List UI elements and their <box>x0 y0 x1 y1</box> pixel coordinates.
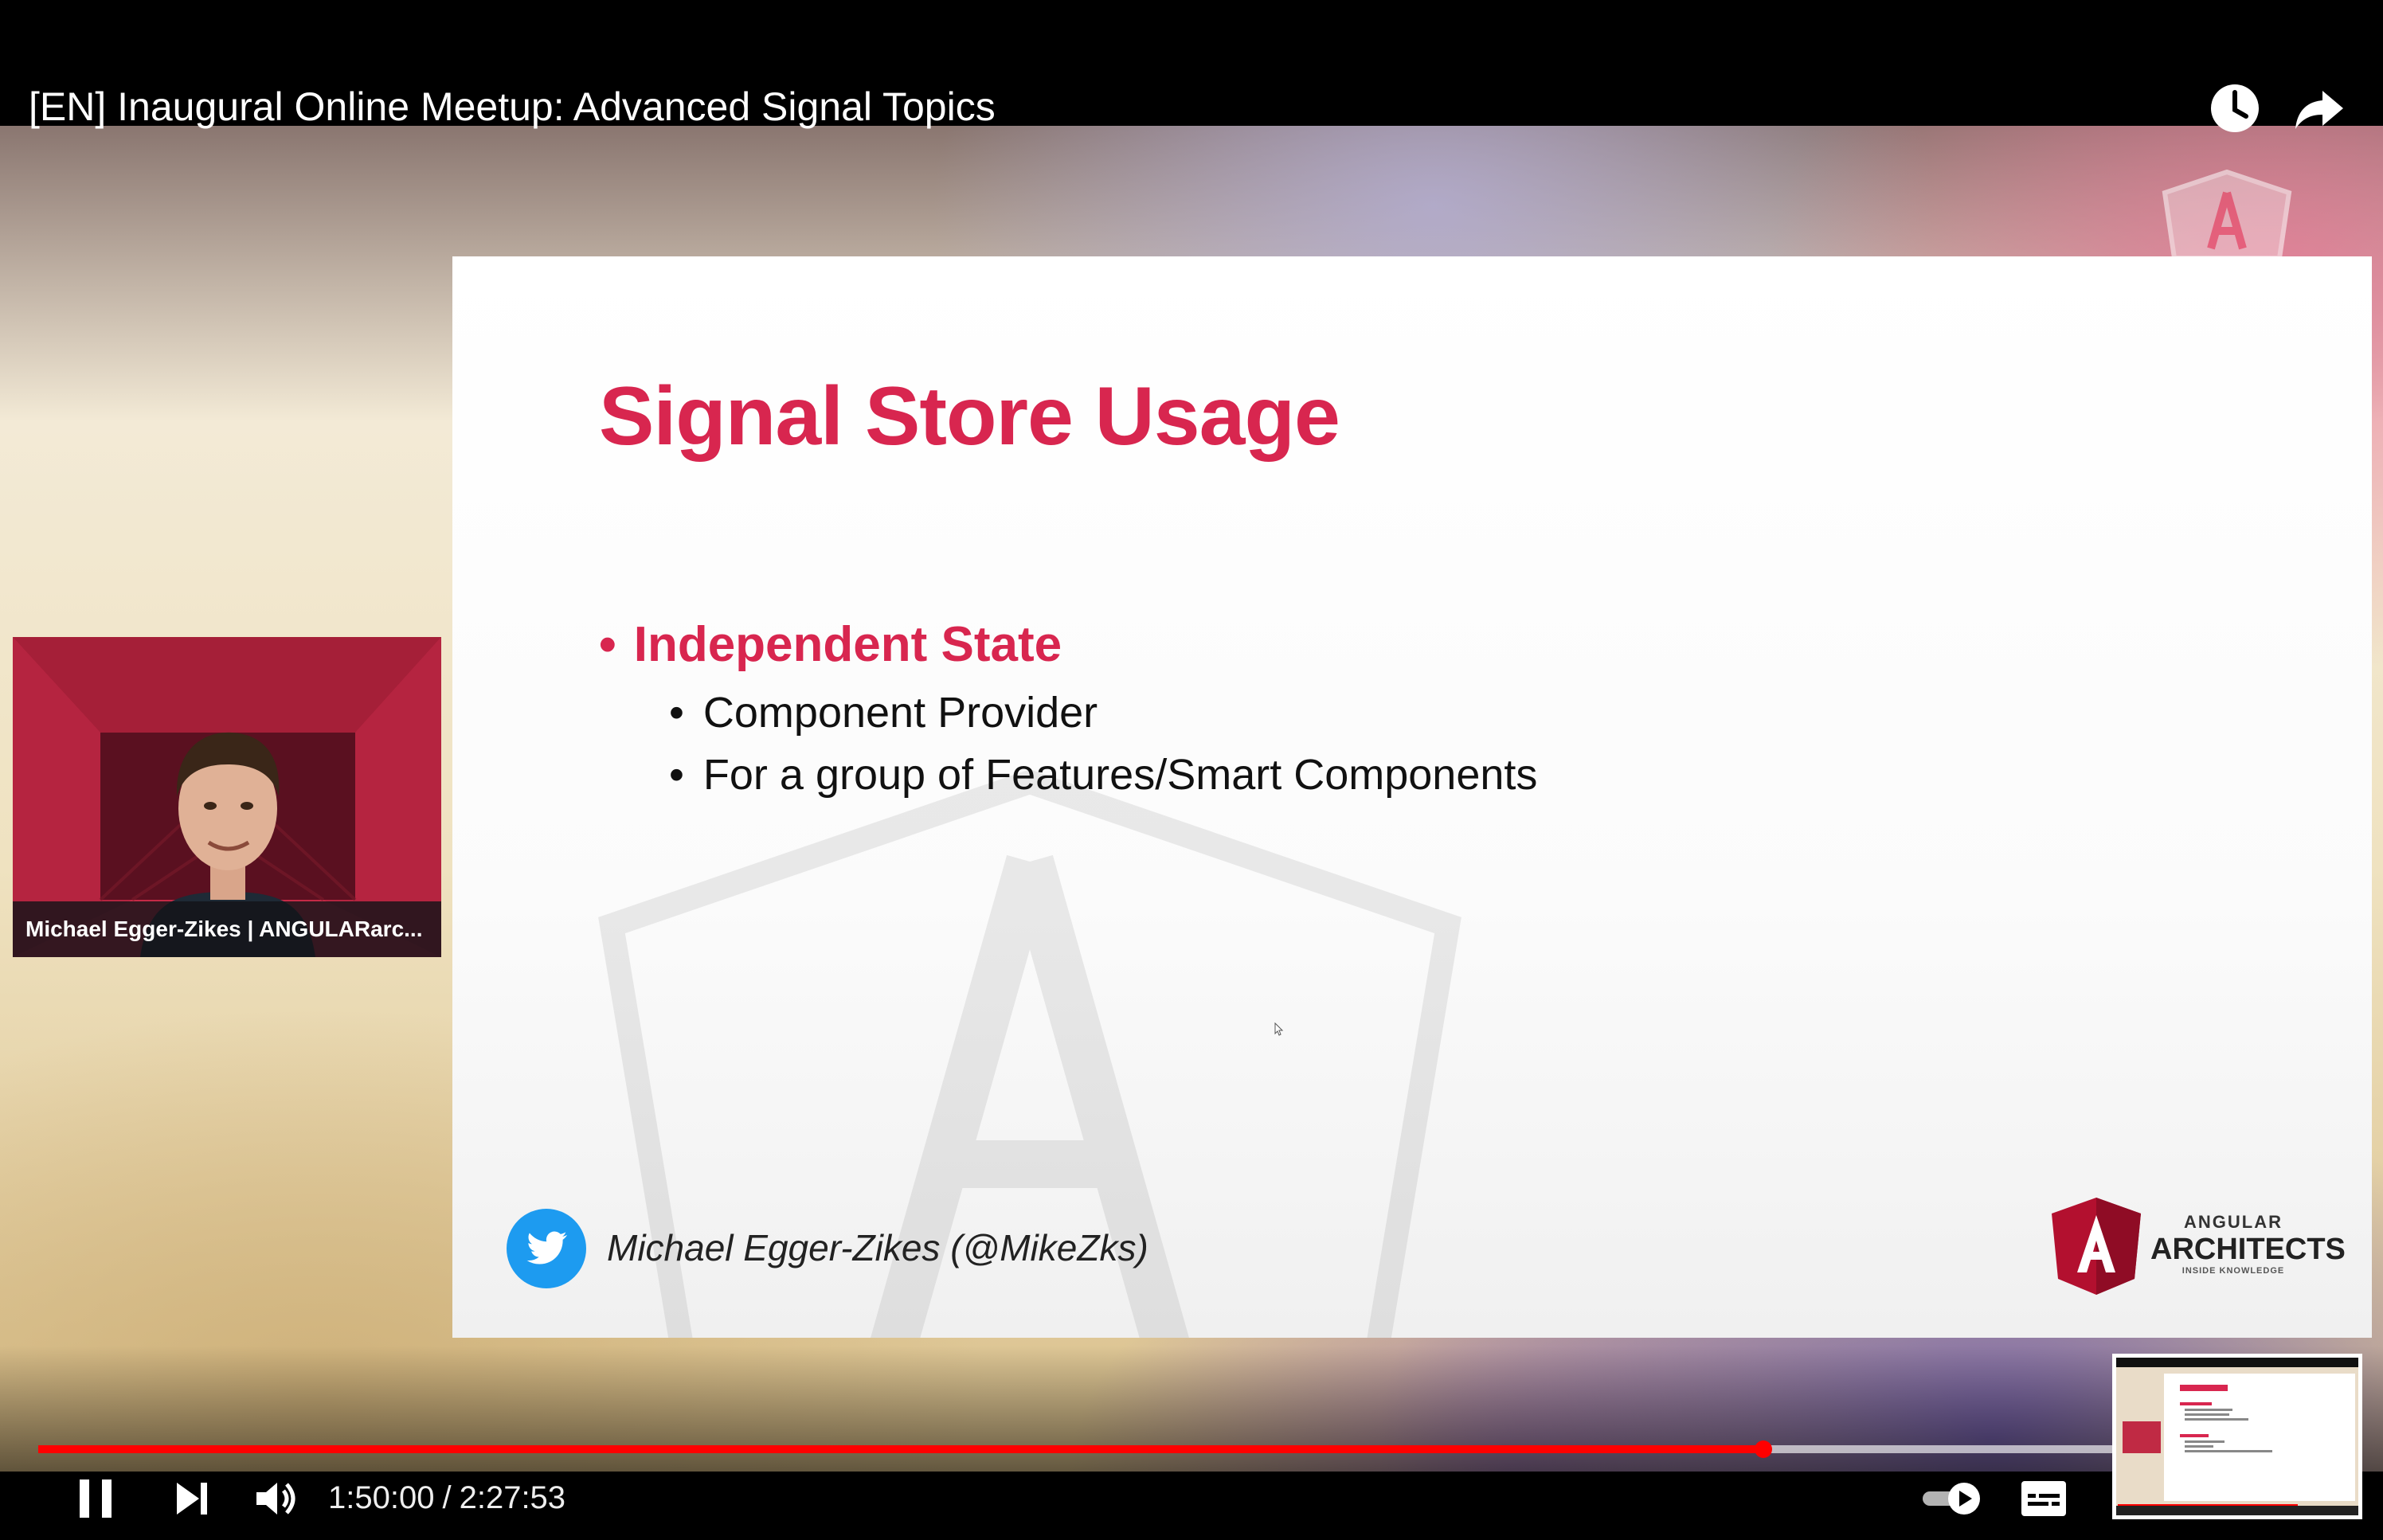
next-video-thumbnail[interactable] <box>2112 1354 2362 1519</box>
mouse-cursor-icon <box>1274 1022 1284 1036</box>
speaker-webcam: Michael Egger-Zikes | ANGULARarc... <box>13 637 441 957</box>
duration: 2:27:53 <box>459 1480 566 1515</box>
thumbnail-image-icon <box>2116 1358 2358 1515</box>
next-video-icon[interactable] <box>162 1470 220 1527</box>
logo-text-big: ARCHITECTS <box>2150 1233 2346 1266</box>
clock-icon[interactable] <box>2206 80 2264 137</box>
progress-played <box>38 1445 1764 1453</box>
share-arrow-icon[interactable] <box>2291 80 2348 137</box>
slide-bullet-main: • Independent State <box>599 617 1062 672</box>
volume-icon[interactable] <box>247 1470 304 1527</box>
slide-sub-bullet: • Component Provider <box>669 689 1098 737</box>
logo-text-tagline: INSIDE KNOWLEDGE <box>2181 1266 2285 1276</box>
presentation-slide: Signal Store Usage • Independent State • C… <box>452 256 2372 1338</box>
angular-corner-logo-icon <box>2162 169 2292 258</box>
slide-title: Signal Store Usage <box>599 370 1340 463</box>
current-time: 1:50:00 <box>328 1480 435 1515</box>
progress-bar[interactable] <box>38 1440 2345 1458</box>
autoplay-toggle[interactable] <box>1919 1470 1990 1527</box>
twitter-bird-icon <box>507 1209 586 1288</box>
speaker-name-label: Michael Egger-Zikes | ANGULARarc... <box>13 901 441 957</box>
video-title[interactable]: [EN] Inaugural Online Meetup: Advanced S… <box>29 83 996 131</box>
slide-sub-bullet: • For a group of Features/Smart Component… <box>669 751 1538 799</box>
angular-architects-logo-icon <box>2052 1198 2141 1295</box>
presenter-handle: Michael Egger-Zikes (@MikeZks) <box>607 1227 1148 1268</box>
pause-icon[interactable] <box>67 1470 124 1527</box>
subtitles-icon[interactable] <box>2015 1470 2072 1527</box>
logo-text-small: ANGULAR <box>2184 1212 2283 1232</box>
time-display: 1:50:00/2:27:53 <box>328 1480 566 1515</box>
